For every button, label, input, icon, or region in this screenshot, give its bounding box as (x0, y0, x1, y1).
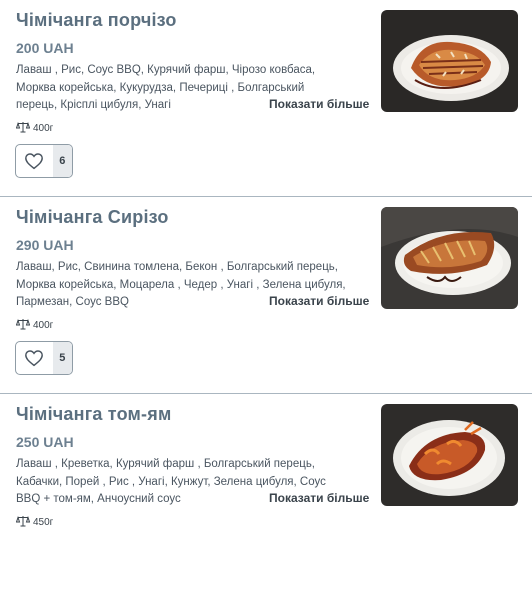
dish-price: 250 UAH (16, 434, 74, 450)
heart-icon[interactable] (16, 145, 53, 177)
weight-value: 450г (33, 517, 54, 528)
show-more-button[interactable]: Показати більше (266, 491, 370, 505)
like-button[interactable]: 6 (15, 144, 73, 178)
scale-icon (15, 318, 31, 333)
dish-weight: 400г (15, 121, 54, 136)
dish-weight: 450г (15, 515, 54, 530)
dish-photo[interactable] (381, 404, 518, 506)
menu-card: Чімічанга порчізо 200 UAH Лаваш , Рис, С… (0, 0, 532, 197)
heart-icon[interactable] (16, 342, 53, 374)
scale-icon (15, 121, 31, 136)
dish-photo[interactable] (381, 10, 518, 112)
dish-title[interactable]: Чімічанга Сирізо (16, 207, 169, 228)
dish-price: 290 UAH (16, 237, 74, 253)
weight-value: 400г (33, 123, 54, 134)
menu-list: Чімічанга порчізо 200 UAH Лаваш , Рис, С… (0, 0, 532, 591)
like-count: 5 (52, 342, 72, 374)
weight-value: 400г (33, 320, 54, 331)
dish-weight: 400г (15, 318, 54, 333)
menu-card: Чімічанга том-ям 250 UAH Лаваш , Креветк… (0, 394, 532, 591)
show-more-button[interactable]: Показати більше (266, 294, 370, 308)
menu-card: Чімічанга Сирізо 290 UAH Лаваш, Рис, Сви… (0, 197, 532, 394)
dish-price: 200 UAH (16, 40, 74, 56)
show-more-button[interactable]: Показати більше (266, 97, 370, 111)
like-count: 6 (52, 145, 72, 177)
like-button[interactable]: 5 (15, 341, 73, 375)
dish-photo[interactable] (381, 207, 518, 309)
dish-title[interactable]: Чімічанга том-ям (16, 404, 171, 425)
dish-title[interactable]: Чімічанга порчізо (16, 10, 177, 31)
scale-icon (15, 515, 31, 530)
